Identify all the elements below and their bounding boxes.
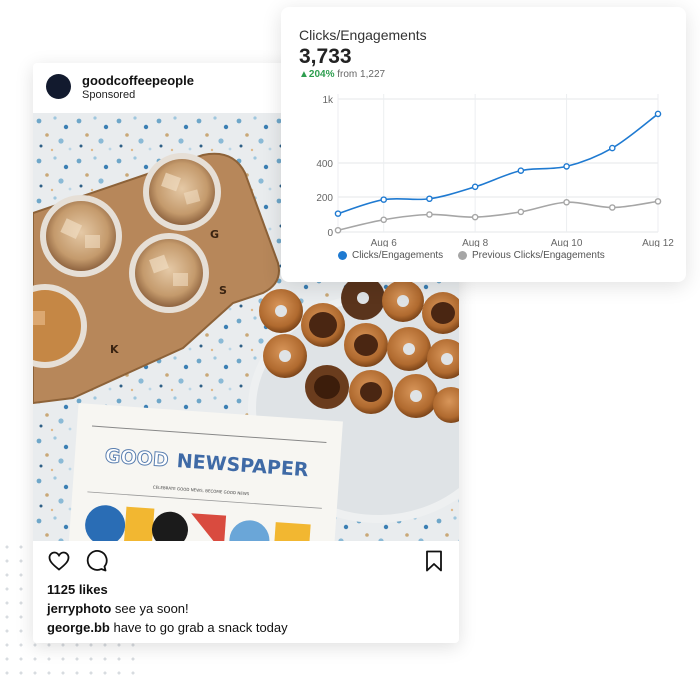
metric-value: 3,733 [299, 45, 352, 68]
data-point-current [654, 110, 662, 118]
data-point-current [380, 196, 388, 203]
likes-count[interactable]: 1125 likes [47, 582, 108, 597]
x-tick-label: Aug 12 [642, 238, 674, 247]
post-username[interactable]: goodcoffeepeople [82, 73, 194, 88]
data-point-current [426, 195, 433, 203]
legend-item-current[interactable]: Clicks/Engagements [338, 250, 443, 261]
comment-text: have to go grab a snack today [113, 620, 288, 635]
chart-legend: Clicks/Engagements Previous Clicks/Engag… [338, 250, 617, 263]
data-point-current [608, 144, 616, 152]
data-point-current [563, 163, 570, 170]
legend-label-current: Clicks/Engagements [352, 250, 444, 261]
comment-row: george.bb have to go grab a snack today [47, 620, 288, 635]
board-letter-3: K [110, 343, 119, 356]
data-point-current [517, 167, 525, 174]
comment-text: see ya soon! [114, 601, 189, 616]
bookmark-icon[interactable] [422, 549, 446, 573]
data-point-current [471, 183, 479, 191]
y-tick-label: 1k [322, 95, 334, 106]
data-point-previous [380, 216, 388, 224]
board-letter-1: G [210, 228, 219, 241]
comment-row: jerryphoto see ya soon! [47, 601, 189, 616]
metric-change: ▲204% from 1,227 [299, 69, 385, 80]
post-actions [33, 549, 459, 579]
legend-item-previous[interactable]: Previous Clicks/Engagements [457, 250, 605, 261]
data-point-previous [608, 204, 616, 211]
y-tick-label: 400 [316, 159, 333, 170]
x-tick-label: Aug 8 [462, 238, 489, 247]
data-point-previous [563, 198, 570, 206]
analytics-card: Clicks/Engagements 3,733 ▲204% from 1,22… [281, 7, 686, 282]
metric-title: Clicks/Engagements [299, 27, 427, 43]
y-tick-label: 200 [316, 193, 333, 204]
change-percent: 204% [308, 69, 335, 80]
y-tick-label: 0 [327, 228, 333, 239]
comment-icon[interactable] [84, 549, 108, 573]
data-point-previous [517, 208, 525, 216]
data-point-previous [426, 211, 433, 218]
data-point-current [334, 210, 342, 217]
data-point-previous [471, 213, 479, 221]
change-from: from 1,227 [337, 69, 386, 80]
data-point-previous [654, 198, 662, 205]
legend-swatch-current [338, 251, 347, 260]
sponsored-label: Sponsored [82, 89, 136, 101]
newspaper-title-left: GOOD [104, 445, 169, 471]
up-arrow-icon: ▲ [299, 69, 309, 80]
comment-username[interactable]: george.bb [47, 620, 110, 635]
heart-icon[interactable] [47, 549, 71, 573]
board-letter-2: S [219, 284, 227, 297]
avatar[interactable] [46, 74, 71, 99]
data-point-previous [334, 226, 342, 234]
x-tick-label: Aug 10 [551, 238, 583, 247]
legend-swatch-previous [457, 251, 467, 260]
comment-username[interactable]: jerryphoto [47, 601, 111, 616]
line-chart: 0 200 400 1k Aug 6 Aug 8 Aug 10 Aug 12 [316, 94, 674, 247]
legend-label-previous: Previous Clicks/Engagements [471, 250, 605, 261]
x-tick-label: Aug 6 [371, 238, 398, 247]
